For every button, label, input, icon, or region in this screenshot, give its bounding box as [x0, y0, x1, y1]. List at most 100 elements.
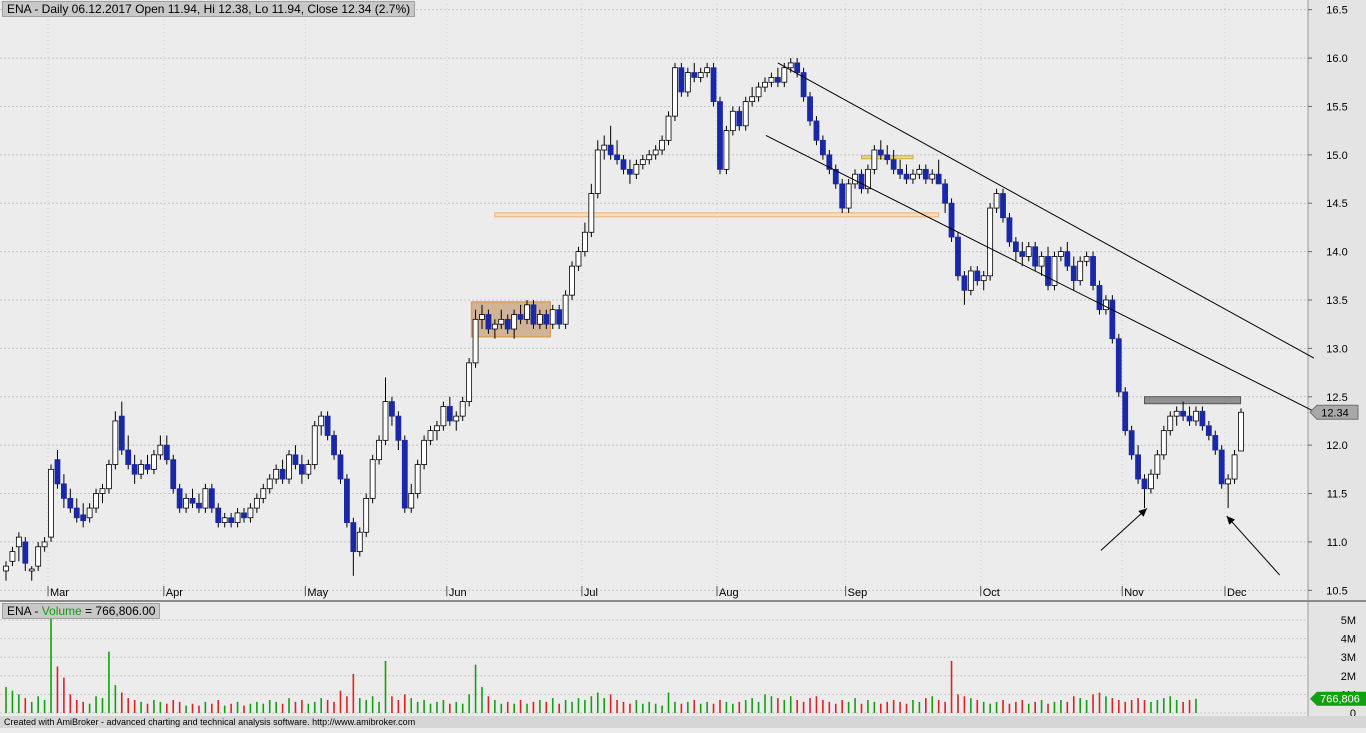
candle[interactable]	[987, 203, 994, 281]
candle-body-down	[350, 522, 357, 553]
candle-body-up	[1103, 299, 1109, 311]
candle[interactable]	[414, 459, 421, 499]
candle-body-down	[774, 77, 781, 83]
candle[interactable]	[1238, 408, 1244, 452]
candle[interactable]	[48, 464, 54, 542]
candle-body-up	[910, 173, 916, 180]
candle[interactable]	[948, 198, 955, 242]
candle[interactable]	[717, 96, 723, 175]
candle[interactable]	[1128, 425, 1135, 460]
candle[interactable]	[1051, 251, 1058, 291]
candle[interactable]	[800, 67, 807, 102]
candle-body-up	[845, 183, 852, 209]
price-tick-label: 16.0	[1326, 53, 1347, 65]
candle-body-down	[189, 497, 196, 504]
price-tick-label: 13.0	[1326, 343, 1347, 355]
candle-body-down	[80, 514, 87, 522]
candle[interactable]	[344, 474, 350, 528]
candle[interactable]	[1090, 251, 1096, 291]
candle-body-up	[639, 159, 646, 165]
candle-body-down	[228, 517, 235, 523]
candle[interactable]	[369, 454, 376, 504]
candle-body-up	[286, 454, 292, 480]
candle[interactable]	[1096, 280, 1103, 315]
candle-body-down	[1096, 285, 1103, 311]
candle-body-down	[324, 415, 331, 436]
candle[interactable]	[286, 450, 292, 484]
last-price-badge: 12.34	[1309, 404, 1359, 420]
candle-body-down	[614, 154, 620, 161]
candle-body-down	[1045, 256, 1051, 286]
candle-body-up	[652, 149, 659, 156]
candle[interactable]	[401, 435, 408, 513]
candle[interactable]	[1231, 450, 1238, 484]
candle-body-up	[704, 67, 711, 73]
candle-body-up	[511, 314, 518, 330]
candle[interactable]	[1109, 295, 1116, 344]
candle-body-up	[376, 439, 382, 461]
candle-body-down	[1000, 193, 1006, 219]
candle-body-up	[99, 488, 106, 494]
candle[interactable]	[723, 125, 730, 175]
candle-body-down	[813, 120, 820, 141]
candle-body-up	[48, 468, 54, 538]
candle[interactable]	[363, 493, 370, 538]
month-label: Oct	[983, 587, 1000, 599]
candle[interactable]	[466, 358, 473, 407]
candle-body-up	[1193, 410, 1199, 422]
candle[interactable]	[337, 450, 344, 484]
price-tick-label: 15.0	[1326, 150, 1347, 162]
candle-body-up	[434, 425, 440, 432]
candle-body-up	[15, 536, 22, 548]
candle[interactable]	[955, 232, 961, 281]
candle[interactable]	[672, 62, 678, 121]
candle[interactable]	[1006, 212, 1013, 247]
candle-body-up	[479, 314, 485, 320]
candle[interactable]	[678, 62, 685, 97]
candle-body-down	[1032, 246, 1039, 267]
candle-body-up	[916, 168, 923, 175]
candle-body-up	[41, 541, 48, 548]
price-tick-label: 11.0	[1327, 537, 1348, 549]
candle-body-down	[241, 512, 247, 519]
price-tick-label: 15.5	[1326, 101, 1347, 113]
candle[interactable]	[742, 96, 749, 131]
candle[interactable]	[1000, 188, 1006, 223]
candle-body-down	[890, 159, 897, 170]
candle-body-up	[697, 72, 704, 78]
candle[interactable]	[1115, 333, 1122, 397]
candle[interactable]	[1218, 445, 1225, 489]
candle-body-up	[575, 251, 582, 267]
candle-body-up	[1148, 473, 1154, 490]
candle-body-down	[1090, 256, 1096, 286]
candle-body-up	[1025, 246, 1032, 257]
candle[interactable]	[845, 179, 852, 213]
candle[interactable]	[710, 62, 717, 107]
volume-pane[interactable]: 01M2M3M4M5M766,806	[0, 602, 1366, 720]
candle-body-up	[588, 193, 595, 233]
volume-title-suffix: = 766,806.00	[81, 604, 156, 618]
candle-body-up	[1038, 256, 1045, 267]
candle[interactable]	[562, 290, 569, 330]
price-pane[interactable]: 10.5 11.0 11.5 12.0 12.5 13.0 13.5 14.0 14.5 15.0…	[0, 0, 1366, 600]
candle-body-down	[974, 270, 981, 282]
candle[interactable]	[1122, 387, 1129, 436]
chart-canvas[interactable]: 10.5 11.0 11.5 12.0 12.5 13.0 13.5 14.0 14.5 15.0…	[0, 0, 1366, 728]
month-label: Dec	[1227, 587, 1247, 599]
candle-body-down	[955, 236, 961, 277]
candle-body-down	[331, 435, 337, 456]
candle[interactable]	[839, 179, 846, 213]
candle-body-down	[1019, 251, 1026, 257]
candle-body-up	[408, 493, 415, 509]
candle[interactable]	[106, 459, 112, 494]
candle[interactable]	[1160, 425, 1167, 460]
candle-body-up	[980, 275, 987, 282]
candle[interactable]	[170, 454, 177, 494]
candle[interactable]	[807, 91, 813, 126]
footer-credit: Created with AmiBroker - advanced charti…	[0, 716, 1366, 728]
candle[interactable]	[569, 261, 575, 300]
candle[interactable]	[665, 111, 672, 146]
candle[interactable]	[421, 435, 427, 470]
candle-body-up	[305, 464, 312, 475]
candle[interactable]	[311, 420, 318, 470]
